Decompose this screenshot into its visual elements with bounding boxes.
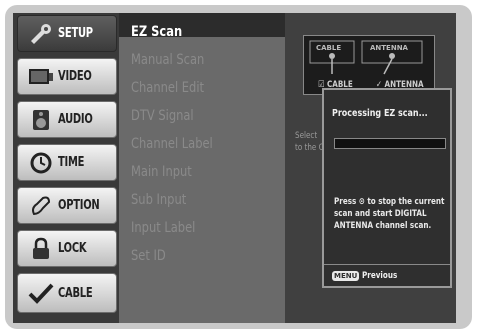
menu-key-icon: MENU	[332, 270, 360, 281]
tab-label: TIME	[58, 155, 85, 170]
scan-progress-bar	[334, 138, 446, 149]
menu-item-label: Channel Edit	[131, 80, 205, 96]
tab-audio[interactable]: AUDIO	[17, 101, 117, 138]
tab-time[interactable]: TIME	[17, 144, 117, 181]
dialog-footer[interactable]: MENU Previous	[324, 264, 450, 286]
menu-item-label: Manual Scan	[131, 52, 205, 68]
menu-item-main-input[interactable]: Main Input	[119, 158, 285, 186]
setup-icon	[26, 20, 56, 48]
tab-label: VIDEO	[58, 69, 92, 84]
tab-setup[interactable]: SETUP	[17, 15, 117, 52]
tab-label: SETUP	[58, 26, 93, 41]
cable-icon	[26, 279, 56, 307]
menu-item-ez-scan[interactable]: EZ Scan	[119, 18, 285, 46]
previous-label: Previous	[362, 270, 398, 281]
help-text-line1: Select	[295, 131, 318, 141]
menu-item-dtv-signal[interactable]: DTV Signal	[119, 102, 285, 130]
menu-item-label: Set ID	[131, 248, 166, 264]
processing-dialog: Processing EZ scan... Press ⊙ to stop th…	[322, 88, 452, 288]
audio-icon	[26, 106, 56, 134]
tab-label: AUDIO	[58, 112, 93, 127]
option-icon	[26, 192, 56, 220]
dialog-title: Processing EZ scan...	[332, 108, 428, 119]
menu-item-label: Sub Input	[131, 192, 187, 208]
video-icon	[26, 63, 56, 91]
menu-item-manual-scan[interactable]: Manual Scan	[119, 46, 285, 74]
tab-cable[interactable]: CABLE	[17, 273, 117, 313]
tab-label: LOCK	[58, 241, 87, 256]
menu-item-label: Channel Label	[131, 136, 213, 152]
tab-video[interactable]: VIDEO	[17, 58, 117, 95]
tab-option[interactable]: OPTION	[17, 187, 117, 224]
tab-label: CABLE	[58, 285, 93, 301]
menu-item-set-id[interactable]: Set ID	[119, 242, 285, 270]
menu-item-sub-input[interactable]: Sub Input	[119, 186, 285, 214]
antenna-diagram: CABLE ANTENNA ☑ CABLE ✓ ANTENNA	[303, 35, 435, 95]
help-text-line2: to the C	[295, 143, 324, 153]
lock-icon	[26, 235, 56, 263]
dialog-message: Press ⊙ to stop the current scan and sta…	[334, 197, 445, 231]
menu-item-label: Main Input	[131, 164, 192, 180]
menu-item-label: EZ Scan	[131, 24, 183, 40]
tab-lock[interactable]: LOCK	[17, 230, 117, 267]
menu-list: EZ Scan Manual Scan Channel Edit DTV Sig…	[119, 13, 285, 323]
menu-item-input-label[interactable]: Input Label	[119, 214, 285, 242]
tab-label: OPTION	[58, 198, 100, 213]
menu-item-channel-edit[interactable]: Channel Edit	[119, 74, 285, 102]
time-icon	[26, 149, 56, 177]
menu-item-channel-label[interactable]: Channel Label	[119, 130, 285, 158]
menu-item-label: Input Label	[131, 220, 196, 236]
menu-item-label: DTV Signal	[131, 108, 194, 124]
